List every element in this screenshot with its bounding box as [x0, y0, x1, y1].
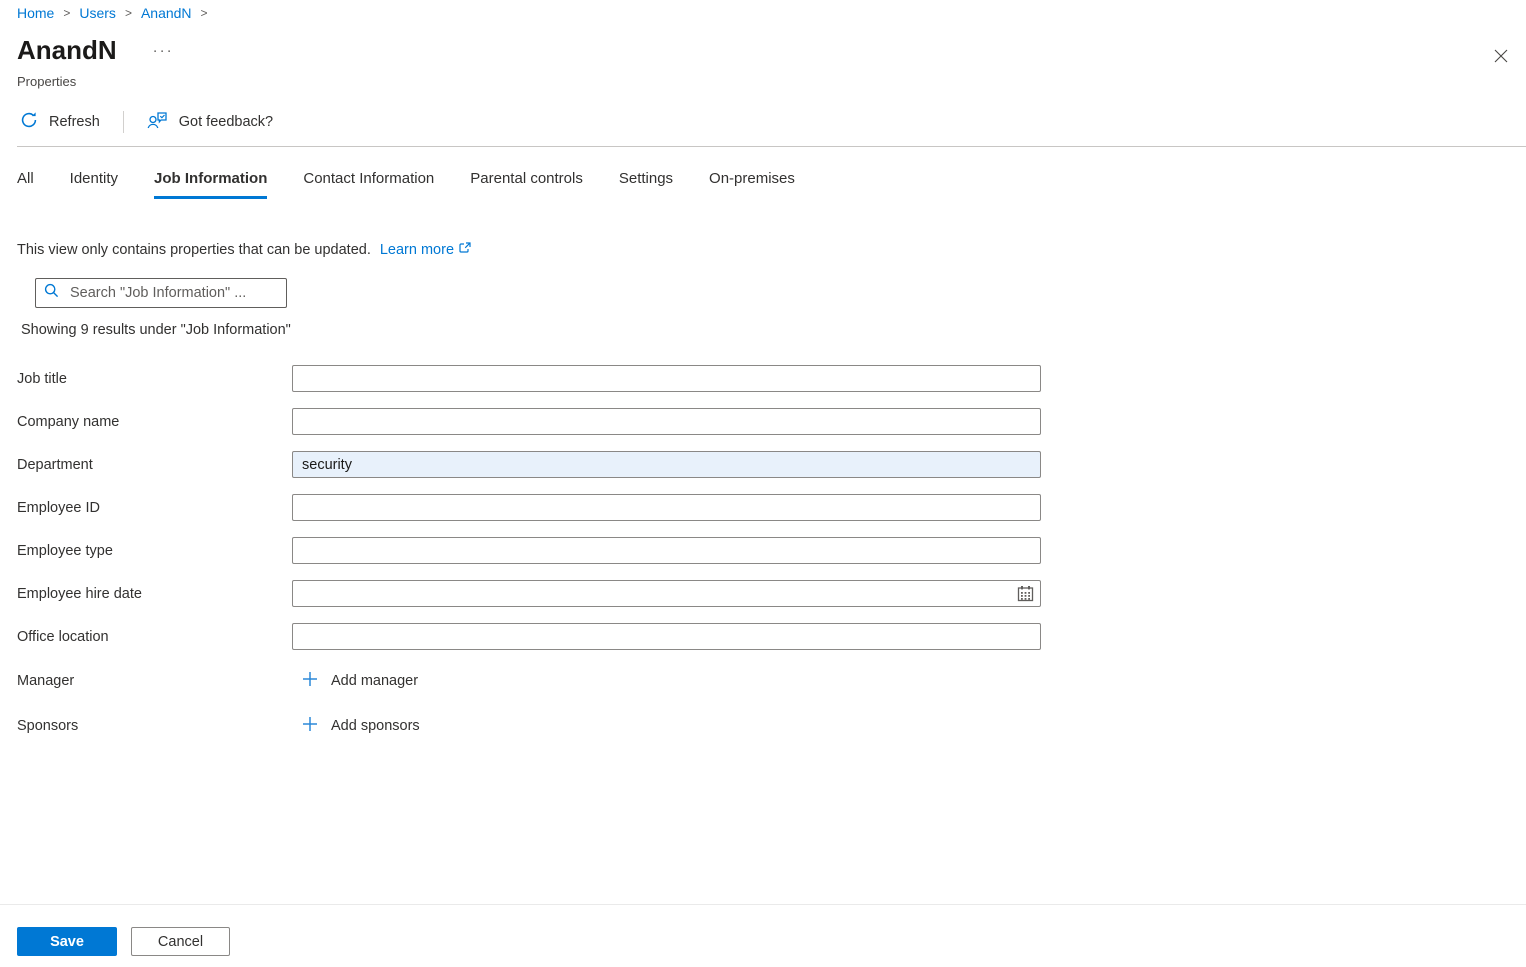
tab-parental-controls[interactable]: Parental controls	[470, 164, 583, 199]
search-icon	[44, 283, 59, 303]
property-tabs: All Identity Job Information Contact Inf…	[17, 164, 1526, 199]
calendar-icon[interactable]	[1017, 585, 1034, 607]
external-link-icon	[459, 242, 471, 258]
sponsors-row: Sponsors Add sponsors	[17, 711, 1526, 741]
tab-settings[interactable]: Settings	[619, 164, 673, 199]
footer-actions: Save Cancel	[17, 927, 230, 956]
breadcrumb: Home > Users > AnandN >	[0, 0, 1526, 21]
breadcrumb-anandn[interactable]: AnandN	[141, 5, 192, 21]
feedback-icon	[147, 111, 168, 133]
employee-id-label: Employee ID	[17, 500, 292, 516]
company-name-row: Company name	[17, 408, 1526, 435]
add-manager-button[interactable]: Add manager	[292, 671, 418, 691]
employee-type-input[interactable]	[292, 537, 1041, 564]
save-button[interactable]: Save	[17, 927, 117, 956]
notice-text: This view only contains properties that …	[17, 242, 371, 258]
got-feedback-button[interactable]: Got feedback?	[147, 111, 273, 133]
employee-hire-date-row: Employee hire date	[17, 580, 1526, 607]
tab-identity[interactable]: Identity	[70, 164, 118, 199]
employee-type-label: Employee type	[17, 543, 292, 559]
department-label: Department	[17, 457, 292, 473]
breadcrumb-users[interactable]: Users	[79, 5, 116, 21]
tab-job-information[interactable]: Job Information	[154, 164, 267, 199]
employee-id-input[interactable]	[292, 494, 1041, 521]
breadcrumb-home[interactable]: Home	[17, 5, 54, 21]
cancel-button[interactable]: Cancel	[131, 927, 230, 956]
office-location-label: Office location	[17, 629, 292, 645]
office-location-row: Office location	[17, 623, 1526, 650]
job-information-form: Job title Company name Department Employ…	[17, 365, 1526, 741]
manager-label: Manager	[17, 673, 292, 689]
close-button[interactable]	[1488, 44, 1514, 70]
job-title-label: Job title	[17, 371, 292, 387]
company-name-input[interactable]	[292, 408, 1041, 435]
tab-contact-information[interactable]: Contact Information	[303, 164, 434, 199]
more-options-icon[interactable]: ···	[153, 42, 174, 59]
footer-divider	[0, 904, 1526, 905]
toolbar-divider	[123, 111, 124, 133]
refresh-label: Refresh	[49, 114, 100, 130]
sponsors-label: Sponsors	[17, 718, 292, 734]
employee-hire-date-label: Employee hire date	[17, 586, 292, 602]
plus-icon	[302, 716, 318, 736]
job-title-input[interactable]	[292, 365, 1041, 392]
add-manager-label: Add manager	[331, 673, 418, 689]
employee-hire-date-input[interactable]	[292, 580, 1041, 607]
user-properties-page: Home > Users > AnandN > AnandN ··· Prope…	[0, 0, 1526, 967]
employee-type-row: Employee type	[17, 537, 1526, 564]
learn-more-link[interactable]: Learn more	[380, 242, 471, 258]
breadcrumb-separator-icon: >	[63, 6, 70, 20]
close-icon	[1493, 48, 1509, 67]
tab-on-premises[interactable]: On-premises	[709, 164, 795, 199]
page-subtitle: Properties	[17, 74, 1526, 89]
employee-id-row: Employee ID	[17, 494, 1526, 521]
refresh-icon	[20, 111, 38, 133]
add-sponsors-label: Add sponsors	[331, 718, 420, 734]
results-summary: Showing 9 results under "Job Information…	[21, 322, 1526, 338]
tab-all[interactable]: All	[17, 164, 34, 199]
refresh-button[interactable]: Refresh	[20, 111, 100, 133]
plus-icon	[302, 671, 318, 691]
page-header: AnandN ···	[17, 35, 1526, 66]
office-location-input[interactable]	[292, 623, 1041, 650]
add-sponsors-button[interactable]: Add sponsors	[292, 716, 420, 736]
feedback-label: Got feedback?	[179, 114, 273, 130]
search-box[interactable]	[35, 278, 287, 308]
command-bar: Refresh Got feedback?	[20, 111, 1526, 133]
department-input[interactable]	[292, 451, 1041, 478]
company-name-label: Company name	[17, 414, 292, 430]
info-notice: This view only contains properties that …	[17, 242, 1526, 258]
section-divider	[17, 146, 1526, 147]
manager-row: Manager Add manager	[17, 666, 1526, 696]
job-title-row: Job title	[17, 365, 1526, 392]
breadcrumb-separator-icon: >	[125, 6, 132, 20]
breadcrumb-separator-icon: >	[201, 6, 208, 20]
search-input[interactable]	[70, 285, 278, 301]
department-row: Department	[17, 451, 1526, 478]
learn-more-label: Learn more	[380, 242, 454, 258]
page-title: AnandN	[17, 35, 117, 66]
employee-hire-date-field	[292, 580, 1041, 607]
